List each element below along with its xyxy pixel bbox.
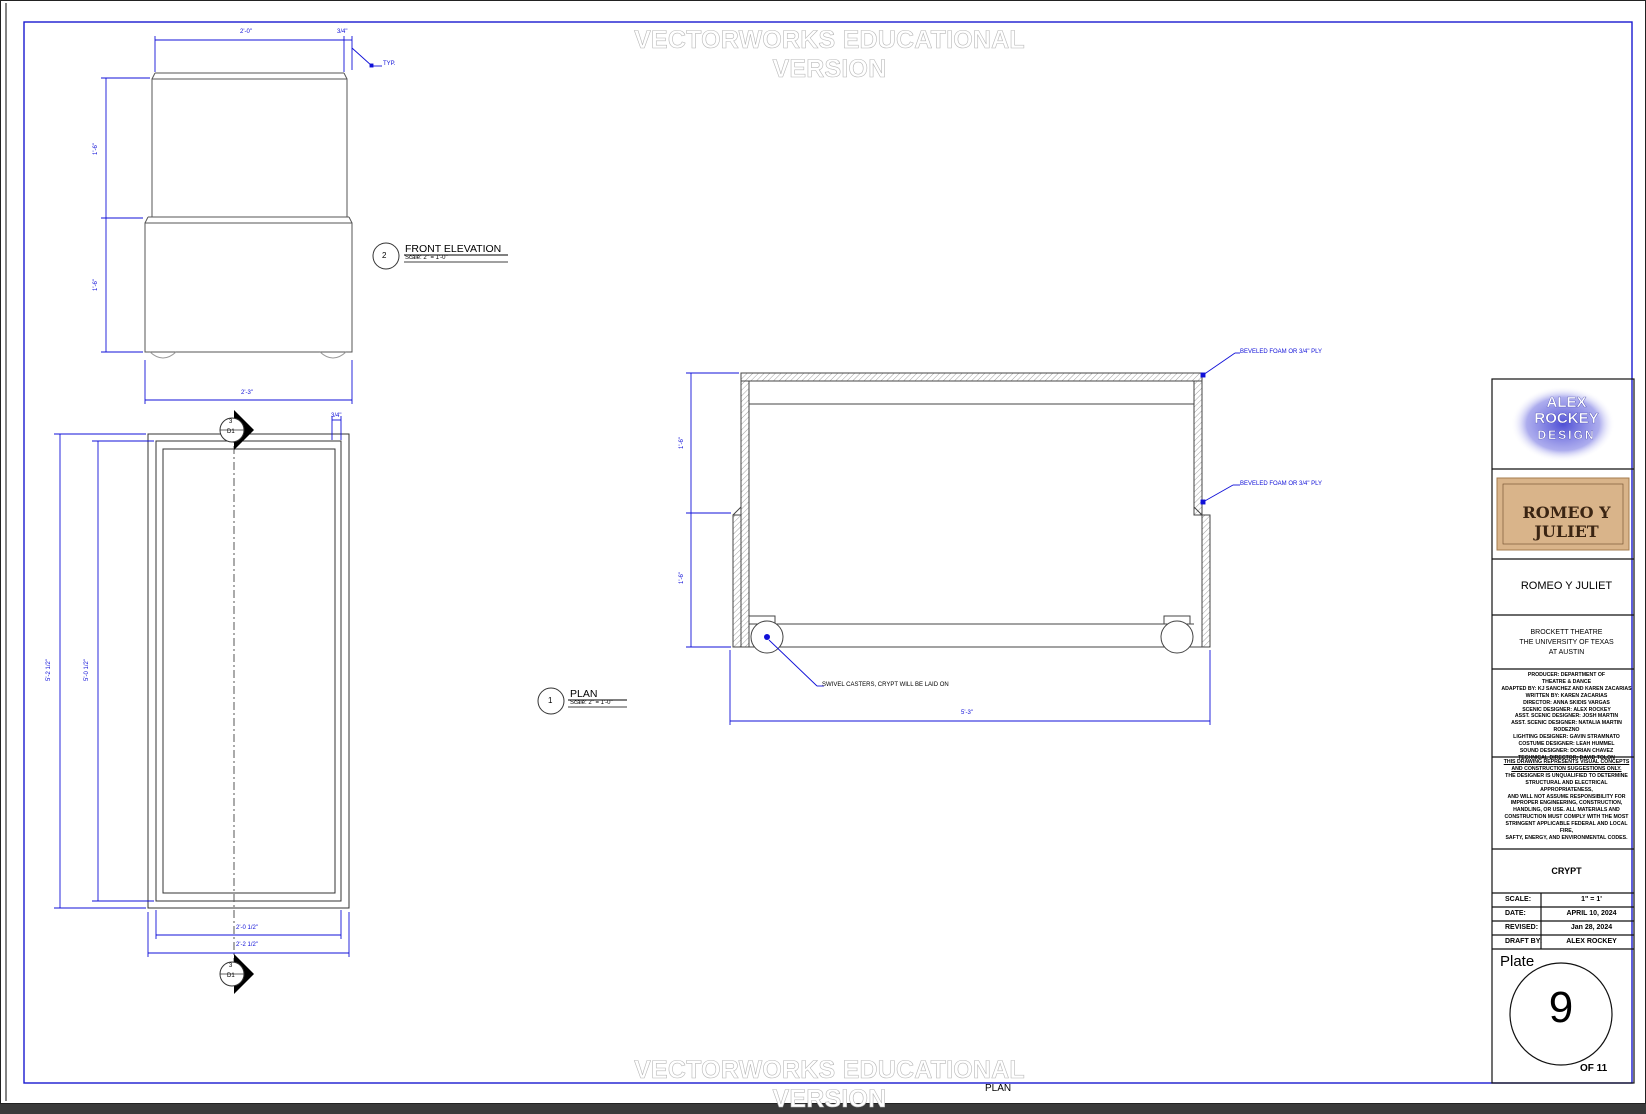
dim-elev-bevel: 3/4": [337, 29, 348, 35]
side-view-drawing: [732, 372, 1211, 654]
credit-line: DIRECTOR: ANNA SKIDIS VARGAS: [1523, 699, 1610, 706]
drawing-sheet: VECTORWORKS EDUCATIONAL VERSION VECTORWO…: [0, 0, 1646, 1113]
venue: BROCKETT THEATRE THE UNIVERSITY OF TEXAS…: [1499, 628, 1634, 658]
section-number-bottom: 3: [229, 963, 233, 969]
disclaimer-line: AND WILL NOT ASSUME RESPONSIBILITY FOR: [1507, 793, 1626, 800]
view-number-1: 1: [548, 696, 553, 705]
disclaimer-line: HANDLING, OR USE. ALL MATERIALS AND: [1513, 807, 1620, 814]
watermark-top: VECTORWORKS EDUCATIONAL VERSION: [634, 26, 1025, 84]
tb-revised-label: REVISED:: [1505, 924, 1539, 931]
dim-plan-inner-length: 5'-0 1/2": [83, 659, 90, 681]
dim-typ: TYP.: [383, 61, 396, 67]
disclaimer-heading: AND CONSTRUCTION SUGGESTIONS ONLY.: [1511, 765, 1622, 772]
credit-line: ASST. SCENIC DESIGNER: NATALIA MARTIN RO…: [1511, 720, 1622, 734]
disclaimer-line: THE DESIGNER IS UNQUALIFIED TO DETERMINE: [1505, 772, 1628, 779]
cut-plan-label: PLAN: [985, 1083, 1012, 1094]
tb-draft-value: ALEX ROCKEY: [1566, 938, 1617, 945]
logo-line-3: DESIGN: [1537, 428, 1596, 442]
disclaimer-line: STRINGENT APPLICABLE FEDERAL AND LOCAL F…: [1505, 821, 1628, 835]
show-title: ROMEO Y JULIET: [1520, 580, 1613, 592]
dim-side-length: 5'-3": [961, 710, 973, 716]
tb-draft-label: DRAFT BY:: [1505, 938, 1543, 945]
view-number-2: 2: [382, 251, 387, 260]
plate-label: Plate: [1500, 953, 1535, 970]
plan-drawing: [147, 430, 350, 965]
side-view-dimensions: [686, 352, 1240, 725]
dim-elev-lower-height: 1'-6": [92, 279, 99, 291]
tb-revised-value: Jan 28, 2024: [1570, 924, 1613, 931]
venue-line-1: BROCKETT THEATRE: [1530, 629, 1603, 636]
credit-line: LIGHTING DESIGNER: GAVIN STRAMNATO: [1513, 734, 1620, 741]
tb-date-label: DATE:: [1505, 910, 1526, 917]
tb-row-revised: REVISED: Jan 28, 2024: [1499, 922, 1634, 935]
venue-line-3: AT AUSTIN: [1548, 649, 1585, 656]
credit-line: PRODUCER: DEPARTMENT OF: [1527, 672, 1606, 678]
disclaimer-line: STRUCTURAL AND ELECTRICAL APPROPRIATENES…: [1525, 779, 1608, 793]
dim-plan-outer-length: 5'-2 1/2": [45, 659, 52, 681]
dim-side-lower-height: 1'-6": [678, 572, 685, 584]
credit-line: WRITTEN BY: KAREN ZACARIAS: [1525, 692, 1608, 699]
plan-title: PLAN: [570, 688, 598, 700]
note-casters: SWIVEL CASTERS, CRYPT WILL BE LAID ON: [822, 682, 949, 688]
tb-date-value: APRIL 10, 2024: [1566, 910, 1617, 917]
credit-line: COSTUME DESIGNER: LEAH HUMMEL: [1518, 741, 1615, 748]
dim-side-upper-height: 1'-6": [678, 437, 685, 449]
front-elevation-drawing: [144, 72, 353, 359]
drawing-title: CRYPT: [1551, 866, 1582, 876]
front-elevation-scale: Scale: 2" = 1'-0": [405, 255, 448, 261]
disclaimer-line: SAFTY, ENERGY, AND ENVIRONMENTAL CODES.: [1505, 834, 1628, 841]
note-foam-top: BEVELED FOAM OR 3/4" PLY: [1240, 349, 1323, 355]
disclaimer-heading: THIS DRAWING REPRESENTS VISUAL CONCEPTS: [1503, 759, 1630, 765]
credits: PRODUCER: DEPARTMENT OF THEATRE & DANCE …: [1499, 672, 1634, 762]
plan-scale: Scale: 2" = 1'-0": [570, 700, 613, 706]
venue-line-2: THE UNIVERSITY OF TEXAS: [1519, 639, 1614, 646]
section-sheet-top: D1: [227, 429, 235, 435]
section-marker-top: [219, 410, 254, 450]
tb-row-date: DATE: APRIL 10, 2024: [1499, 908, 1634, 921]
show-art-text: ROMEO Y JULIET: [1522, 503, 1611, 541]
dim-plan-inner-width: 2'-0 1/2": [236, 925, 258, 931]
section-marker-bottom: [219, 954, 254, 994]
credit-line: ASST. SCENIC DESIGNER: JOSH MARTIN: [1514, 713, 1619, 720]
drawing-canvas: [0, 0, 1646, 1104]
tb-row-scale: SCALE: 1" = 1': [1499, 894, 1634, 907]
designer-logo-text: ALEX ROCKEY DESIGN: [1499, 394, 1634, 443]
credit-line: THEATRE & DANCE: [1541, 678, 1592, 685]
note-foam-side: BEVELED FOAM OR 3/4" PLY: [1240, 481, 1323, 487]
section-number-top: 3: [229, 419, 233, 425]
dim-plan-outer-width: 2'-2 1/2": [236, 942, 258, 948]
dim-plan-bevel: 3/4": [331, 413, 342, 419]
tb-scale-label: SCALE:: [1505, 896, 1532, 903]
disclaimer-line: CONSTRUCTION MUST COMPLY WITH THE MOST: [1504, 814, 1629, 821]
front-elevation-title: FRONT ELEVATION: [405, 243, 502, 255]
credit-line: ADAPTED BY: KJ SANCHEZ AND KAREN ZACARIA…: [1501, 685, 1632, 692]
logo-line-2: ROCKEY: [1534, 410, 1599, 427]
tb-scale-value: 1" = 1': [1581, 896, 1602, 903]
dim-elev-top-width: 2'-0": [240, 29, 252, 35]
plan-dimensions: [54, 416, 350, 957]
credit-line: SCENIC DESIGNER: ALEX ROCKEY: [1522, 706, 1611, 713]
section-sheet-bottom: D1: [227, 973, 235, 979]
tb-row-draft: DRAFT BY: ALEX ROCKEY: [1499, 936, 1634, 949]
plate-number: 9: [1548, 983, 1574, 1032]
logo-line-1: ALEX: [1546, 394, 1587, 411]
plate-total: OF 11: [1580, 1063, 1608, 1074]
credit-line: SOUND DESIGNER: DORIAN CHAVEZ: [1519, 747, 1614, 754]
disclaimer: THIS DRAWING REPRESENTS VISUAL CONCEPTS …: [1499, 759, 1634, 842]
disclaimer-line: IMPROPER ENGINEERING, CONSTRUCTION,: [1510, 800, 1623, 807]
dim-elev-bottom-width: 2'-3": [241, 390, 253, 396]
dim-elev-upper-height: 1'-6": [92, 143, 99, 155]
